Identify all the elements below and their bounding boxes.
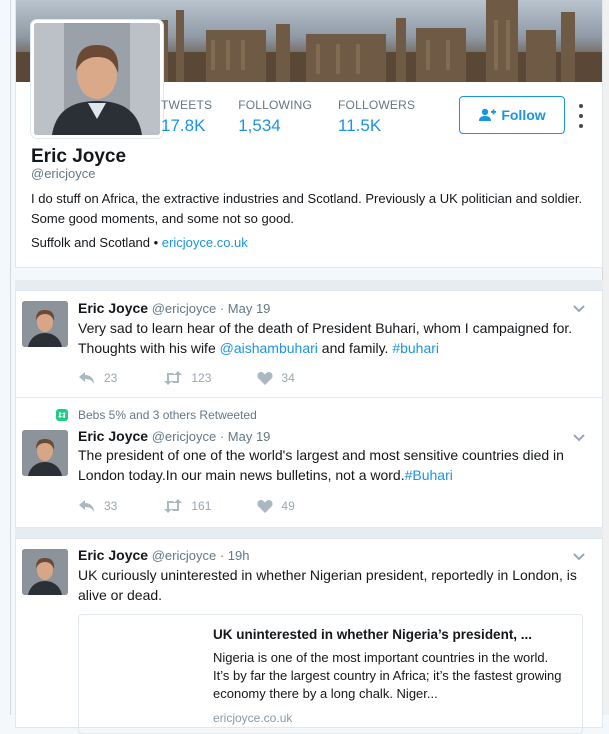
reply-count: 23 bbox=[104, 371, 118, 385]
reply-count: 33 bbox=[104, 499, 118, 513]
tweet-hashtag-link[interactable]: #Buhari bbox=[405, 467, 453, 483]
retweet-badge-icon bbox=[56, 409, 68, 421]
profile-location-line: Suffolk and Scotland • ericjoyce.co.uk bbox=[31, 235, 248, 250]
profile-website-link[interactable]: ericjoyce.co.uk bbox=[162, 235, 248, 250]
tweet-item[interactable]: Bebs 5% and 3 others Retweeted Eric Joyc… bbox=[15, 398, 603, 528]
stat-followers[interactable]: FOLLOWERS 11.5K bbox=[338, 98, 415, 136]
like-count: 49 bbox=[281, 499, 295, 513]
section-divider bbox=[15, 280, 603, 290]
reply-icon bbox=[79, 500, 94, 512]
add-user-icon bbox=[479, 108, 497, 121]
stat-label: FOLLOWING bbox=[238, 98, 313, 112]
tweet-text: Very sad to learn hear of the death of P… bbox=[78, 318, 588, 358]
follow-button[interactable]: Follow bbox=[459, 96, 565, 134]
retweet-icon bbox=[164, 499, 183, 513]
tweet-text: The president of one of the world's larg… bbox=[78, 445, 588, 485]
retweet-context-text[interactable]: Bebs 5% and 3 others Retweeted bbox=[78, 408, 257, 422]
like-action[interactable]: 34 bbox=[257, 371, 295, 385]
reply-action[interactable]: 33 bbox=[78, 499, 117, 513]
profile-bio: I do stuff on Africa, the extractive ind… bbox=[31, 191, 583, 226]
tweet-item[interactable]: Eric Joyce @ericjoyce · May 19 Very sad … bbox=[15, 290, 603, 398]
tweet-timestamp[interactable]: May 19 bbox=[228, 429, 271, 444]
stat-label: FOLLOWERS bbox=[338, 98, 416, 112]
like-action[interactable]: 49 bbox=[257, 499, 295, 513]
tweet-mention-link[interactable]: @aishambuhari bbox=[220, 340, 318, 356]
tweet-dot: · bbox=[219, 548, 225, 563]
stat-following[interactable]: FOLLOWING 1,534 bbox=[238, 98, 312, 136]
tweet-text-middle: and family. bbox=[317, 340, 393, 356]
card-title: UK uninterested in whether Nigeria’s pre… bbox=[213, 627, 533, 642]
timeline-left-border bbox=[10, 0, 11, 715]
tweet-header: Eric Joyce @ericjoyce · May 19 bbox=[78, 428, 270, 444]
profile-avatar[interactable] bbox=[31, 20, 163, 138]
heart-icon bbox=[257, 500, 273, 513]
tweet-header: Eric Joyce @ericjoyce · 19h bbox=[78, 547, 249, 563]
location-separator: • bbox=[150, 235, 162, 250]
heart-icon bbox=[257, 372, 273, 385]
card-description: Nigeria is one of the most important cou… bbox=[213, 650, 562, 701]
retweet-count: 123 bbox=[191, 371, 212, 385]
tweet-author-handle[interactable]: @ericjoyce bbox=[152, 301, 217, 316]
tweet-author-handle[interactable]: @ericjoyce bbox=[152, 548, 217, 563]
profile-card: TWEETS 17.8K FOLLOWING 1,534 FOLLOWERS 1… bbox=[15, 0, 603, 268]
reply-action[interactable]: 23 bbox=[78, 371, 117, 385]
like-count: 34 bbox=[281, 371, 295, 385]
retweet-action[interactable]: 123 bbox=[163, 371, 211, 385]
stat-value: 1,534 bbox=[238, 116, 281, 135]
tweet-avatar[interactable] bbox=[22, 430, 68, 476]
profile-location: Suffolk and Scotland bbox=[31, 235, 151, 250]
card-domain: ericjoyce.co.uk bbox=[213, 711, 293, 725]
tweet-hashtag-link[interactable]: #buhari bbox=[392, 340, 439, 356]
stat-label: TWEETS bbox=[161, 98, 213, 112]
tweet-actions: 33 161 49 bbox=[78, 499, 341, 513]
tweet-text: UK curiously uninterested in whether Nig… bbox=[78, 567, 577, 603]
reply-icon bbox=[79, 372, 94, 384]
tweet-author-name[interactable]: Eric Joyce bbox=[78, 428, 148, 444]
retweet-count: 161 bbox=[191, 499, 212, 513]
tweet-avatar[interactable] bbox=[22, 549, 68, 595]
profile-name: Eric Joyce bbox=[31, 146, 127, 167]
profile-stats: TWEETS 17.8K FOLLOWING 1,534 FOLLOWERS 1… bbox=[161, 98, 441, 136]
profile-handle[interactable]: @ericjoyce bbox=[31, 166, 96, 181]
more-options-icon[interactable] bbox=[576, 104, 586, 128]
chevron-down-icon[interactable] bbox=[572, 301, 586, 319]
retweet-action[interactable]: 161 bbox=[163, 499, 211, 513]
tweet-timestamp[interactable]: 19h bbox=[228, 548, 250, 563]
stat-value: 11.5K bbox=[338, 116, 382, 135]
tweet-author-name[interactable]: Eric Joyce bbox=[78, 547, 148, 563]
tweet-actions: 23 123 34 bbox=[78, 371, 341, 385]
tweet-dot: · bbox=[219, 301, 225, 316]
tweet-dot: · bbox=[219, 429, 225, 444]
follow-label: Follow bbox=[501, 107, 546, 123]
tweet-text-body: The president of one of the world's larg… bbox=[78, 447, 564, 483]
retweet-context: Bebs 5% and 3 others Retweeted bbox=[56, 408, 257, 422]
tweet-avatar[interactable] bbox=[22, 301, 68, 347]
section-divider bbox=[15, 528, 603, 538]
stat-value: 17.8K bbox=[161, 116, 206, 135]
stat-tweets[interactable]: TWEETS 17.8K bbox=[161, 98, 212, 136]
link-preview-card[interactable]: UK uninterested in whether Nigeria’s pre… bbox=[78, 614, 583, 734]
tweet-timestamp[interactable]: May 19 bbox=[228, 301, 271, 316]
scrollbar-track[interactable] bbox=[603, 0, 609, 715]
retweet-icon bbox=[164, 371, 183, 385]
tweet-item[interactable]: Eric Joyce @ericjoyce · 19h UK curiously… bbox=[15, 538, 603, 734]
tweet-author-name[interactable]: Eric Joyce bbox=[78, 300, 148, 316]
tweet-header: Eric Joyce @ericjoyce · May 19 bbox=[78, 300, 270, 316]
tweet-author-handle[interactable]: @ericjoyce bbox=[152, 429, 217, 444]
